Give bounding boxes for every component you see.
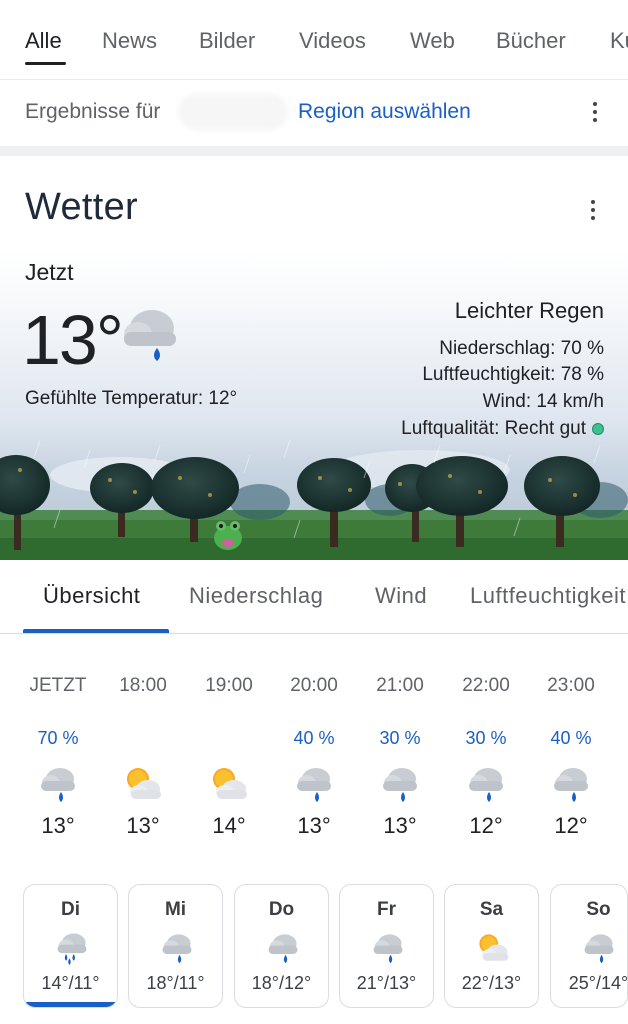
rain-icon — [466, 764, 506, 804]
day-temperature-range: 18°/11° — [146, 973, 205, 993]
weather-title: Wetter — [25, 186, 139, 228]
selected-day-indicator — [24, 1002, 117, 1007]
day-card[interactable]: Mi 18°/11° — [128, 884, 223, 1008]
now-label: Jetzt — [25, 259, 74, 285]
hour-time: JETZT — [29, 675, 87, 696]
day-temperature-range: 21°/13° — [356, 973, 417, 993]
tab-precipitation[interactable]: Niederschlag — [189, 583, 323, 609]
hour-temperature: 13° — [126, 813, 160, 838]
weather-scene-illustration — [0, 440, 628, 560]
day-card[interactable]: Do 18°/12° — [234, 884, 329, 1008]
day-card[interactable]: Di 14°/11° — [23, 884, 118, 1008]
rain-icon — [124, 310, 176, 361]
hour-temperature: 13° — [297, 813, 331, 838]
day-name: So — [586, 899, 611, 920]
region-blurred-value — [178, 94, 288, 130]
hour-temperature: 12° — [469, 813, 503, 838]
rain-icon — [294, 764, 334, 804]
humidity-text: Luftfeuchtigkeit: 78 % — [422, 364, 604, 385]
region-label: Ergebnisse für — [25, 100, 161, 123]
rain-icon — [380, 764, 420, 804]
hour-time: 18:00 — [119, 675, 167, 696]
hour-temperature: 14° — [212, 813, 246, 838]
hour-precipitation: 70 % — [37, 728, 79, 748]
tab-overview[interactable]: Übersicht — [43, 583, 140, 609]
day-temperature-range: 25°/14° — [568, 973, 628, 993]
condition-title: Leichter Regen — [454, 298, 604, 323]
hour-time: 22:00 — [462, 675, 510, 696]
rain-icon — [266, 931, 300, 965]
air-quality-dot — [592, 422, 604, 435]
active-subtab-indicator — [23, 629, 169, 633]
day-temperature-range: 14°/11° — [41, 973, 100, 993]
section-divider — [0, 146, 628, 156]
day-name: Sa — [479, 899, 504, 920]
hour-precipitation: 40 % — [550, 728, 592, 748]
tab-web[interactable]: Web — [410, 28, 455, 54]
current-temperature: 13° — [22, 301, 124, 379]
hour-precipitation: 30 % — [465, 728, 507, 748]
air-quality-text: Luftqualität: Recht gut — [401, 418, 586, 439]
partly-sunny-icon — [476, 931, 510, 965]
tab-more[interactable]: Ku — [610, 28, 628, 54]
hour-time: 19:00 — [205, 675, 253, 696]
hour-temperature: 13° — [383, 813, 417, 838]
rain-icon — [551, 764, 591, 804]
day-name: Mi — [164, 899, 187, 920]
tab-bilder[interactable]: Bilder — [199, 28, 255, 54]
region-more-icon[interactable] — [592, 102, 598, 124]
day-temperature-range: 18°/12° — [251, 973, 312, 993]
partly-sunny-icon — [209, 764, 249, 804]
tab-buecher[interactable]: Bücher — [496, 28, 566, 54]
rain-icon — [371, 931, 405, 965]
tab-wind[interactable]: Wind — [375, 583, 427, 609]
day-card[interactable]: Sa 22°/13° — [444, 884, 539, 1008]
tab-alle[interactable]: Alle — [25, 28, 62, 54]
hour-time: 21:00 — [376, 675, 424, 696]
precipitation-text: Niederschlag: 70 % — [439, 338, 604, 359]
air-quality-row[interactable]: Luftqualität: Recht gut — [401, 418, 604, 440]
hour-temperature: 12° — [554, 813, 588, 838]
wind-text: Wind: 14 km/h — [482, 391, 604, 412]
day-card[interactable]: Fr 21°/13° — [339, 884, 434, 1008]
hour-temperature: 13° — [41, 813, 75, 838]
rain-icon — [160, 931, 194, 965]
showers-icon — [55, 931, 89, 965]
tab-news[interactable]: News — [102, 28, 157, 54]
day-name: Fr — [377, 899, 396, 920]
feels-like-text: Gefühlte Temperatur: 12° — [25, 388, 238, 409]
weather-more-icon[interactable] — [590, 200, 596, 222]
select-region-link[interactable]: Region auswählen — [298, 100, 471, 124]
day-name: Do — [268, 899, 295, 920]
rain-icon — [582, 931, 616, 965]
hour-time: 23:00 — [547, 675, 595, 696]
day-name: Di — [61, 899, 80, 920]
tab-humidity[interactable]: Luftfeuchtigkeit — [470, 583, 628, 609]
hour-precipitation: 30 % — [379, 728, 421, 748]
partly-sunny-icon — [123, 764, 163, 804]
active-tab-indicator — [25, 62, 66, 65]
hour-precipitation: 40 % — [293, 728, 335, 748]
tab-videos[interactable]: Videos — [299, 28, 366, 54]
hour-time: 20:00 — [290, 675, 338, 696]
day-card[interactable]: So 25°/14° — [550, 884, 628, 1008]
day-temperature-range: 22°/13° — [461, 973, 522, 993]
search-tabs: Alle News Bilder Videos Web Bücher Ku — [0, 0, 628, 80]
rain-icon — [38, 764, 78, 804]
